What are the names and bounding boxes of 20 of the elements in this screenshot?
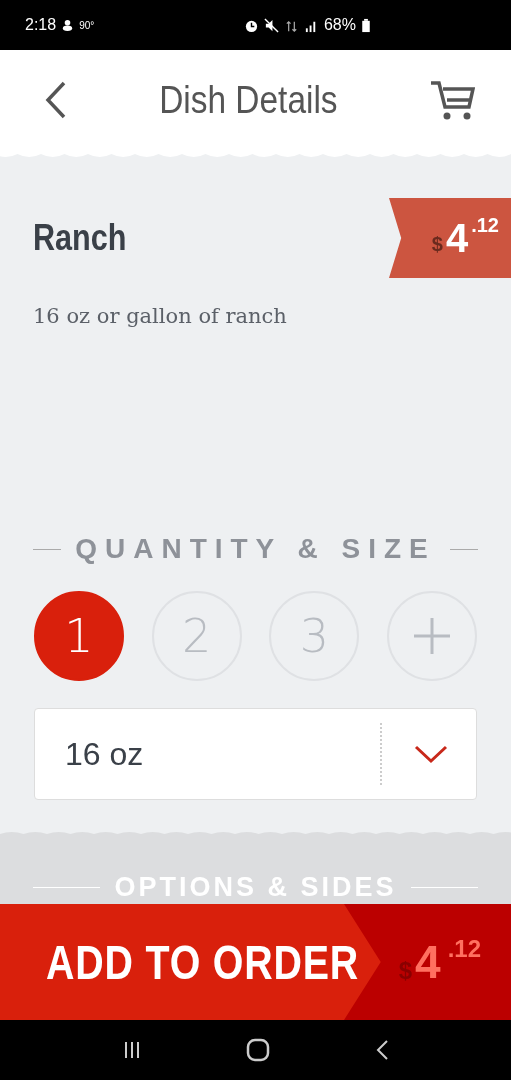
status-time: 2:18 [25,16,57,34]
cart-button[interactable] [429,79,475,121]
chevron-down-icon [414,744,448,764]
battery-percent: 68% [323,16,356,34]
plus-icon [411,616,452,656]
price-cents: .12 [471,214,499,237]
battery-icon [361,17,371,33]
quantity-option[interactable]: 1 [34,591,124,681]
currency-sign: $ [431,232,443,256]
back-button[interactable] [44,80,68,120]
dish-description: 16 oz or gallon of ranch [33,304,288,328]
price-whole: 4 [445,215,469,261]
status-temperature: 90° [79,19,95,31]
home-icon[interactable] [246,1038,271,1062]
back-icon[interactable] [374,1039,389,1061]
page-title: Dish Details [159,78,338,122]
size-dropdown[interactable]: 16 oz [34,708,477,800]
section-title: QUANTITY & SIZE [75,533,436,565]
dish-name: Ranch [33,217,127,259]
mute-icon [263,17,279,33]
